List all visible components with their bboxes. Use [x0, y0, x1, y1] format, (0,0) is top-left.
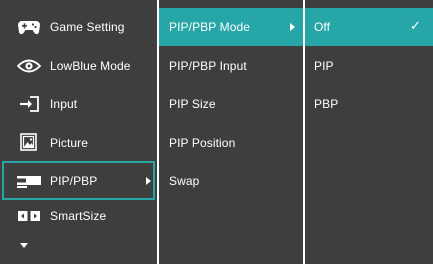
submenu-item-label: Swap [169, 174, 200, 188]
eye-icon [16, 56, 42, 76]
option-label: PIP [314, 59, 334, 73]
submenu-item-label: PIP/PBP Input [169, 59, 247, 73]
submenu-item-label: PIP Position [169, 136, 236, 150]
chevron-right-icon [146, 176, 151, 185]
submenu-panel: PIP/PBP Mode PIP/PBP Input PIP Size PIP … [159, 0, 303, 264]
menu-item-smartsize[interactable]: SmartSize [0, 197, 157, 235]
chevron-down-icon[interactable] [20, 243, 28, 248]
input-arrow-icon [16, 94, 42, 114]
smartsize-icon [16, 206, 42, 226]
submenu-item-pip-pbp-input[interactable]: PIP/PBP Input [159, 47, 303, 85]
menu-item-label: Input [50, 97, 78, 111]
option-label: PBP [314, 97, 339, 111]
option-pip[interactable]: PIP [305, 47, 433, 85]
menu-item-lowblue-mode[interactable]: LowBlue Mode [0, 47, 157, 85]
submenu-item-label: PIP Size [169, 97, 216, 111]
main-menu-panel: Game Setting LowBlue Mode Input Picture … [0, 0, 157, 264]
option-pbp[interactable]: PBP [305, 85, 433, 123]
submenu-item-pip-size[interactable]: PIP Size [159, 85, 303, 123]
menu-item-picture[interactable]: Picture [0, 124, 157, 162]
checkmark-icon: ✓ [410, 18, 421, 34]
submenu-item-swap[interactable]: Swap [159, 162, 303, 200]
picture-icon [16, 133, 42, 153]
menu-item-label: PIP/PBP [50, 173, 98, 188]
submenu-item-pip-pbp-mode[interactable]: PIP/PBP Mode [159, 8, 303, 46]
menu-item-label: SmartSize [50, 209, 107, 223]
menu-item-game-setting[interactable]: Game Setting [0, 8, 157, 46]
menu-item-label: Game Setting [50, 20, 125, 34]
menu-item-label: Picture [50, 136, 89, 150]
pip-pbp-icon [16, 171, 42, 191]
menu-item-input[interactable]: Input [0, 85, 157, 123]
menu-item-label: LowBlue Mode [50, 59, 131, 73]
menu-item-pip-pbp[interactable]: PIP/PBP [2, 161, 155, 200]
options-panel: Off ✓ PIP PBP [305, 0, 433, 264]
option-label: Off [314, 20, 331, 34]
submenu-item-pip-position[interactable]: PIP Position [159, 124, 303, 162]
option-off[interactable]: Off ✓ [305, 8, 433, 46]
submenu-item-label: PIP/PBP Mode [169, 20, 251, 34]
gamepad-icon [16, 17, 42, 37]
chevron-right-icon [290, 23, 295, 31]
osd-menu: Game Setting LowBlue Mode Input Picture … [0, 0, 433, 264]
